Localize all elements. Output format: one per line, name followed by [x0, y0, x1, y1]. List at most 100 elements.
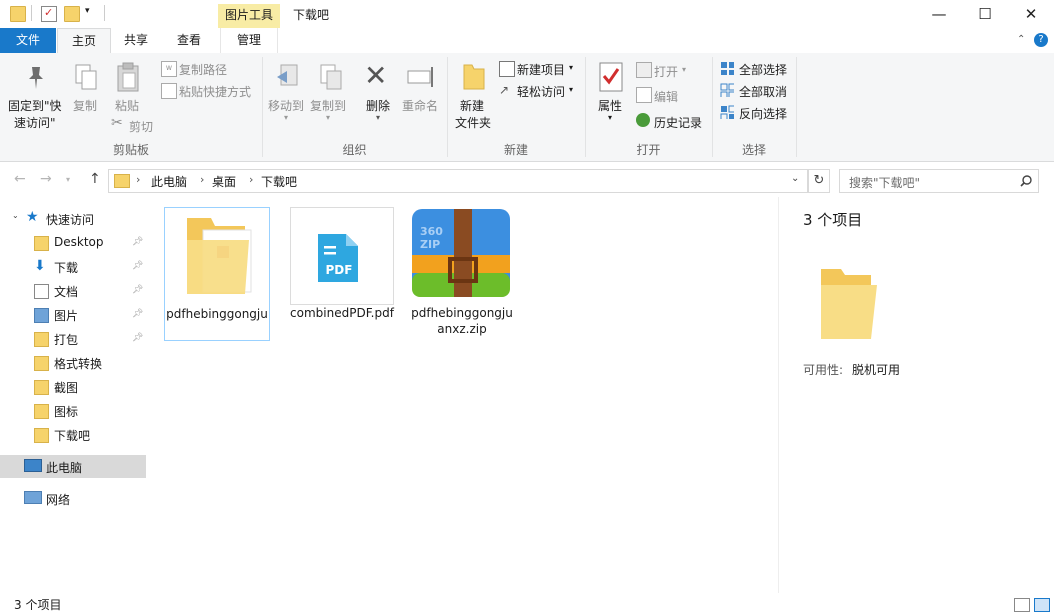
nav-item-label: 文档 — [54, 285, 79, 299]
group-separator — [796, 57, 797, 157]
breadcrumb-desktop[interactable]: 桌面 — [212, 173, 236, 190]
paste-shortcut-button[interactable]: 粘贴快捷方式 — [179, 83, 251, 100]
copy-to-button[interactable]: 复制到 — [310, 97, 346, 114]
pin-icon[interactable]: 📌︎ — [132, 285, 143, 295]
nav-item-label: 打包 — [54, 333, 79, 347]
navigation-pane: ⌄ ★ 快速访问 Desktop 📌︎ ⬇ 下载 📌︎ 文档 📌︎ 图片 📌︎ … — [0, 197, 148, 593]
nav-item-downloads[interactable]: ⬇ 下载 📌︎ — [0, 255, 146, 278]
properties-dropdown-icon[interactable]: ▾ — [608, 113, 612, 122]
collapse-ribbon-icon[interactable]: ⌃ — [1017, 34, 1025, 45]
file-item-folder[interactable]: pdfhebinggongju — [164, 207, 270, 341]
up-button[interactable]: ↑ — [89, 171, 101, 187]
status-item-count: 3 个项目 — [14, 598, 62, 612]
copy-button[interactable]: 复制 — [73, 97, 97, 114]
nav-network[interactable]: 网络 — [0, 487, 146, 510]
new-folder-icon — [463, 64, 485, 90]
breadcrumb-separator[interactable]: › — [249, 173, 253, 186]
edit-button[interactable]: 编辑 — [654, 88, 678, 105]
large-icons-view-icon[interactable] — [1034, 598, 1050, 612]
move-to-dropdown-icon[interactable]: ▾ — [284, 113, 288, 122]
tab-share[interactable]: 共享 — [112, 28, 160, 53]
address-bar[interactable]: › 此电脑 › 桌面 › 下载吧 ⌄ — [108, 169, 808, 193]
nav-item-label: 图片 — [54, 309, 79, 323]
minimize-button[interactable]: — — [916, 0, 962, 28]
file-item-zip[interactable]: 360 ZIP pdfhebinggongjuanxz.zip — [410, 207, 514, 339]
properties-button[interactable]: 属性 — [598, 97, 622, 114]
search-icon[interactable] — [1020, 175, 1032, 187]
file-item-pdf[interactable]: PDF combinedPDF.pdf — [290, 207, 394, 339]
nav-quick-access[interactable]: ⌄ ★ 快速访问 — [0, 207, 146, 230]
chevron-down-icon[interactable]: ⌄ — [12, 211, 19, 220]
breadcrumb-separator[interactable]: › — [136, 173, 140, 186]
paste-button[interactable]: 粘贴 — [115, 97, 139, 114]
file-list[interactable]: pdfhebinggongju PDF combinedPDF.pdf 360 … — [148, 197, 778, 593]
pin-icon[interactable]: 📌︎ — [132, 333, 143, 343]
history-button[interactable]: 历史记录 — [654, 114, 702, 131]
open-dropdown-icon[interactable]: ▾ — [682, 65, 686, 74]
tab-view[interactable]: 查看 — [163, 28, 215, 53]
close-button[interactable]: ✕ — [1008, 0, 1054, 28]
easy-access-icon: ↗ — [499, 83, 510, 97]
new-item-button[interactable]: 新建项目 — [517, 61, 565, 78]
breadcrumb-this-pc[interactable]: 此电脑 — [151, 173, 187, 190]
open-button[interactable]: 打开 — [654, 63, 678, 80]
rename-button[interactable]: 重命名 — [402, 97, 438, 114]
select-all-button[interactable]: 全部选择 — [739, 61, 787, 78]
search-input[interactable]: 搜索"下载吧" — [839, 169, 1039, 193]
move-to-button[interactable]: 移动到 — [268, 97, 304, 114]
quick-access-dropdown-icon[interactable]: ▾ — [85, 6, 90, 16]
maximize-button[interactable]: ☐ — [962, 0, 1008, 28]
tab-home[interactable]: 主页 — [57, 28, 111, 55]
pin-icon[interactable]: 📌︎ — [132, 237, 143, 247]
pin-icon[interactable]: 📌︎ — [132, 261, 143, 271]
forward-button[interactable]: → — [40, 171, 52, 187]
breadcrumb-current[interactable]: 下载吧 — [261, 173, 297, 190]
help-icon[interactable]: ? — [1034, 33, 1048, 47]
new-folder-button[interactable]: 新建 — [460, 97, 484, 114]
invert-selection-button[interactable]: 反向选择 — [739, 105, 787, 122]
select-none-button[interactable]: 全部取消 — [739, 83, 787, 100]
nav-this-pc[interactable]: 此电脑 — [0, 455, 146, 478]
select-group-label: 选择 — [741, 143, 766, 157]
file-name: pdfhebinggongju — [166, 307, 268, 321]
nav-item-desktop[interactable]: Desktop 📌︎ — [0, 231, 146, 254]
copy-to-dropdown-icon[interactable]: ▾ — [326, 113, 330, 122]
document-icon — [34, 284, 49, 299]
tab-manage[interactable]: 管理 — [220, 28, 278, 53]
tab-file[interactable]: 文件 — [0, 28, 56, 53]
nav-item-format-convert[interactable]: 格式转换 — [0, 351, 146, 374]
vertical-scrollbar[interactable] — [1040, 197, 1054, 593]
move-to-icon — [277, 64, 298, 86]
refresh-button[interactable]: ↻ — [808, 169, 830, 193]
select-none-icon — [720, 83, 734, 97]
details-view-icon[interactable] — [1014, 598, 1030, 612]
properties-icon[interactable]: ✓ — [41, 6, 57, 22]
nav-item-pack[interactable]: 打包 📌︎ — [0, 327, 146, 350]
new-item-dropdown-icon[interactable]: ▾ — [569, 63, 573, 72]
recent-locations-icon[interactable]: ▾ — [66, 175, 70, 184]
pin-icon[interactable]: 📌︎ — [132, 309, 143, 319]
nav-item-xiazaiba[interactable]: 下载吧 — [0, 423, 146, 446]
details-pane: 3 个项目 可用性: 脱机可用 — [778, 197, 1041, 593]
delete-button[interactable]: 删除 — [366, 97, 390, 114]
nav-item-pictures[interactable]: 图片 📌︎ — [0, 303, 146, 326]
organize-group-label: 组织 — [342, 143, 367, 157]
computer-icon — [24, 459, 42, 472]
cut-button[interactable]: 剪切 — [129, 118, 153, 135]
nav-item-documents[interactable]: 文档 📌︎ — [0, 279, 146, 302]
nav-item-icons[interactable]: 图标 — [0, 399, 146, 422]
new-folder-icon[interactable] — [64, 6, 80, 22]
folder-icon — [34, 428, 49, 443]
back-button[interactable]: ← — [14, 171, 26, 187]
breadcrumb-separator[interactable]: › — [200, 173, 204, 186]
pin-icon — [29, 67, 43, 89]
nav-item-screenshots[interactable]: 截图 — [0, 375, 146, 398]
easy-access-dropdown-icon[interactable]: ▾ — [569, 85, 573, 94]
copy-path-button[interactable]: 复制路径 — [179, 61, 227, 78]
delete-dropdown-icon[interactable]: ▾ — [376, 113, 380, 122]
nav-quick-access-label: 快速访问 — [46, 213, 95, 227]
easy-access-button[interactable]: 轻松访问 — [517, 83, 565, 100]
pin-to-quick-access-button[interactable]: 固定到"快 — [8, 97, 62, 114]
address-dropdown-icon[interactable]: ⌄ — [791, 173, 799, 184]
new-group-label: 新建 — [503, 143, 528, 157]
